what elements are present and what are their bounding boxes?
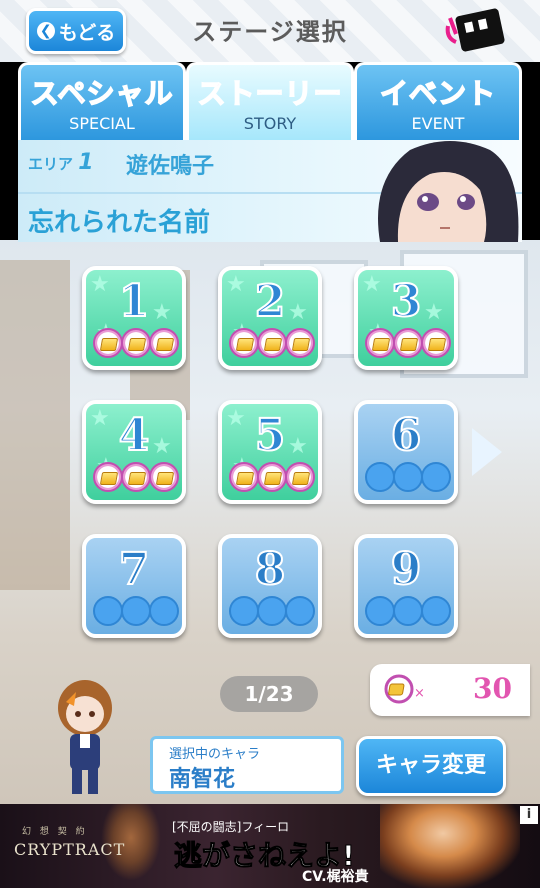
stage-medals <box>92 328 180 358</box>
next-page-arrow-icon[interactable] <box>472 428 502 476</box>
medal-empty-icon <box>149 596 179 626</box>
stage-tile-9[interactable]: 9 <box>354 534 458 638</box>
medal-earned-icon <box>257 328 287 358</box>
medal-earned-icon <box>285 462 315 492</box>
back-button[interactable]: ❮ もどる <box>26 8 126 54</box>
stage-medals <box>364 328 452 358</box>
tab-special-sublabel: SPECIAL <box>69 114 135 133</box>
medal-empty-icon <box>93 596 123 626</box>
stage-select-screen: ❮ もどる ステージ選択 スペシャル SPECIAL ストーリー STORY イ… <box>0 0 540 888</box>
chevron-left-icon: ❮ <box>36 22 55 40</box>
area-character-name: 遊佐鳴子 <box>126 154 215 179</box>
medal-earned-icon <box>93 462 123 492</box>
stage-number: 2 <box>254 275 287 328</box>
medal-empty-icon <box>421 462 451 492</box>
stage-tile-2[interactable]: ★★★2 <box>218 266 322 370</box>
tab-special-label: スペシャル <box>30 76 174 111</box>
area-prefix: エリア <box>28 155 74 173</box>
medal-earned-icon <box>121 462 151 492</box>
medal-earned-icon <box>121 328 151 358</box>
medal-empty-icon <box>229 596 259 626</box>
medal-earned-icon <box>229 462 259 492</box>
page-indicator: 1/23 <box>220 676 318 712</box>
selected-character-box: 選択中のキャラ 南智花 <box>150 736 344 794</box>
stage-medals <box>228 462 316 492</box>
medal-earned-icon <box>421 328 451 358</box>
ad-banner[interactable]: 幻 想 契 約 CRYPTRACT [不屈の闘志]フィーロ 逃がさねえよ! CV… <box>0 804 540 888</box>
stage-medals <box>92 596 180 626</box>
ad-logo: CRYPTRACT <box>14 840 126 859</box>
stage-tile-6[interactable]: 6 <box>354 400 458 504</box>
character-portrait <box>378 141 519 242</box>
stage-number: 8 <box>254 543 287 596</box>
stage-tile-8[interactable]: 8 <box>218 534 322 638</box>
medal-earned-icon <box>365 328 395 358</box>
medal-empty-icon <box>365 596 395 626</box>
medal-multiplier: × <box>414 686 425 701</box>
stage-number: 9 <box>390 543 423 596</box>
ad-character-right <box>380 804 520 888</box>
stage-medals <box>228 328 316 358</box>
medal-empty-icon <box>393 462 423 492</box>
game-logo-icon[interactable] <box>444 8 506 56</box>
medal-icon <box>384 674 414 704</box>
ad-info-icon[interactable]: i <box>520 806 538 824</box>
chibi-character-avatar[interactable] <box>52 672 118 802</box>
tab-story-sublabel: STORY <box>243 114 297 133</box>
tab-story-label: ストーリー <box>197 76 343 111</box>
category-tabs: スペシャル SPECIAL ストーリー STORY イベント EVENT <box>18 62 522 140</box>
medal-empty-icon <box>421 596 451 626</box>
stage-tile-7[interactable]: 7 <box>82 534 186 638</box>
stage-medals <box>92 462 180 492</box>
medal-empty-icon <box>365 462 395 492</box>
medal-earned-icon <box>93 328 123 358</box>
ad-logo-subtitle: 幻 想 契 約 <box>22 827 88 837</box>
medal-empty-icon <box>257 596 287 626</box>
stage-tile-5[interactable]: ★★★5 <box>218 400 322 504</box>
medal-empty-icon <box>393 596 423 626</box>
medal-count-box: × 30 <box>370 664 530 716</box>
tab-event-label: イベント <box>379 76 496 111</box>
medal-empty-icon <box>121 596 151 626</box>
medal-earned-icon <box>285 328 315 358</box>
tab-special[interactable]: スペシャル SPECIAL <box>18 62 186 140</box>
area-banner: エリア 1 遊佐鳴子 忘れられた名前 <box>18 140 522 242</box>
back-button-label: もどる <box>58 21 116 44</box>
ad-subtitle: [不屈の闘志]フィーロ <box>172 820 290 834</box>
tab-event-sublabel: EVENT <box>411 114 465 133</box>
page-title: ステージ選択 <box>192 18 348 46</box>
stage-number: 7 <box>118 543 151 596</box>
medal-earned-icon <box>229 328 259 358</box>
area-subtitle: 忘れられた名前 <box>28 208 211 238</box>
tab-story[interactable]: ストーリー STORY <box>186 62 354 140</box>
stage-number: 3 <box>390 275 423 328</box>
stage-number: 1 <box>118 275 151 328</box>
stage-tile-4[interactable]: ★★★4 <box>82 400 186 504</box>
stage-tile-3[interactable]: ★★★3 <box>354 266 458 370</box>
medal-earned-icon <box>257 462 287 492</box>
medal-count-value: 30 <box>473 672 512 705</box>
change-character-button[interactable]: キャラ変更 <box>356 736 506 796</box>
medal-earned-icon <box>393 328 423 358</box>
stage-tile-1[interactable]: ★★★1 <box>82 266 186 370</box>
area-number: エリア 1 <box>28 150 94 175</box>
stage-medals <box>364 596 452 626</box>
medal-earned-icon <box>149 328 179 358</box>
stage-medals <box>228 596 316 626</box>
stage-number: 5 <box>254 409 287 462</box>
tab-event[interactable]: イベント EVENT <box>354 62 522 140</box>
stage-number: 6 <box>390 409 423 462</box>
stage-number: 4 <box>118 409 151 462</box>
area-number-value: 1 <box>78 150 94 175</box>
selected-character-label: 選択中のキャラ <box>169 747 261 762</box>
stage-medals <box>364 462 452 492</box>
selected-character-name: 南智花 <box>169 767 236 792</box>
medal-earned-icon <box>149 462 179 492</box>
ad-voice-credit: CV.梶裕貴 <box>302 869 369 885</box>
medal-empty-icon <box>285 596 315 626</box>
